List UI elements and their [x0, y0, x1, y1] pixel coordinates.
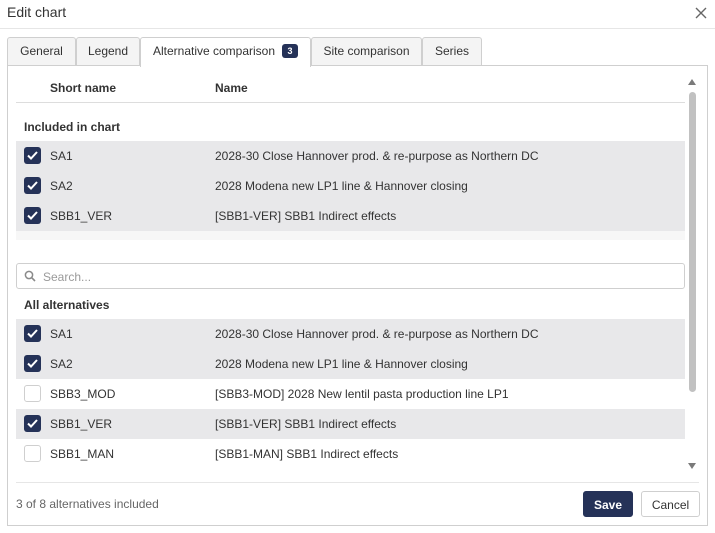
column-header-name: Name	[215, 81, 248, 95]
tab-series[interactable]: Series	[422, 37, 482, 65]
row-short-name: SA2	[50, 357, 73, 371]
row-checkbox[interactable]	[24, 325, 41, 342]
row-short-name: SA1	[50, 327, 73, 341]
included-row[interactable]: SBB1_VER [SBB1-VER] SBB1 Indirect effect…	[16, 201, 685, 231]
alternative-row[interactable]: SBB1_VER [SBB1-VER] SBB1 Indirect effect…	[16, 409, 685, 439]
checkmark-icon	[27, 211, 38, 220]
row-checkbox[interactable]	[24, 355, 41, 372]
tab-series-label: Series	[434, 44, 469, 58]
scrollbar[interactable]	[687, 78, 697, 472]
checkmark-icon	[27, 151, 38, 160]
tab-alternative-comparison[interactable]: Alternative comparison 3	[140, 37, 311, 67]
section-label-included: Included in chart	[24, 120, 121, 134]
title-divider	[0, 28, 715, 29]
alternative-row[interactable]: SBB1_MAN [SBB1-MAN] SBB1 Indirect effect…	[16, 439, 685, 469]
footer-divider	[16, 482, 699, 483]
tab-alternative-comparison-label: Alternative comparison	[152, 44, 276, 58]
row-name: 2028 Modena new LP1 line & Hannover clos…	[215, 357, 468, 371]
row-short-name: SBB1_VER	[50, 209, 113, 223]
triangle-down-icon[interactable]	[687, 462, 697, 470]
included-row[interactable]: SA1 2028-30 Close Hannover prod. & re-pu…	[16, 141, 685, 171]
row-name: [SBB1-MAN] SBB1 Indirect effects	[215, 447, 399, 461]
row-checkbox[interactable]	[24, 415, 41, 432]
row-short-name: SA2	[50, 179, 73, 193]
alternative-count-badge: 3	[282, 44, 299, 58]
alternative-row[interactable]: SA1 2028-30 Close Hannover prod. & re-pu…	[16, 319, 685, 349]
tab-general[interactable]: General	[7, 37, 76, 65]
row-short-name: SBB3_MOD	[50, 387, 116, 401]
triangle-up-icon[interactable]	[687, 78, 697, 86]
row-checkbox[interactable]	[24, 207, 41, 224]
tab-site-comparison[interactable]: Site comparison	[311, 37, 422, 65]
row-name: 2028 Modena new LP1 line & Hannover clos…	[215, 179, 468, 193]
tab-legend-label: Legend	[87, 44, 129, 58]
row-short-name: SA1	[50, 149, 73, 163]
search-icon	[24, 270, 36, 282]
column-header-short-name: Short name	[50, 81, 117, 95]
close-icon[interactable]	[694, 6, 708, 20]
checkmark-icon	[27, 419, 38, 428]
tab-general-label: General	[20, 44, 63, 58]
row-short-name: SBB1_MAN	[50, 447, 115, 461]
row-name: [SBB1-VER] SBB1 Indirect effects	[215, 209, 397, 223]
section-separator	[16, 231, 685, 240]
tab-legend[interactable]: Legend	[76, 37, 140, 65]
row-name: [SBB1-VER] SBB1 Indirect effects	[215, 417, 397, 431]
tab-site-comparison-label: Site comparison	[323, 44, 410, 58]
save-button[interactable]: Save	[583, 491, 633, 517]
alternative-row[interactable]: SA2 2028 Modena new LP1 line & Hannover …	[16, 349, 685, 379]
row-checkbox[interactable]	[24, 445, 41, 462]
search-input[interactable]	[41, 267, 675, 287]
included-count-status: 3 of 8 alternatives included	[16, 497, 159, 511]
scrollbar-thumb[interactable]	[689, 92, 696, 392]
row-name: [SBB3-MOD] 2028 New lentil pasta product…	[215, 387, 509, 401]
cancel-button[interactable]: Cancel	[641, 491, 700, 517]
dialog-title: Edit chart	[7, 4, 67, 20]
row-name: 2028-30 Close Hannover prod. & re-purpos…	[215, 149, 539, 163]
alternative-row[interactable]: SBB3_MOD [SBB3-MOD] 2028 New lentil past…	[16, 379, 685, 409]
included-row[interactable]: SA2 2028 Modena new LP1 line & Hannover …	[16, 171, 685, 201]
header-divider	[16, 102, 685, 103]
row-checkbox[interactable]	[24, 177, 41, 194]
row-name: 2028-30 Close Hannover prod. & re-purpos…	[215, 327, 539, 341]
search-box[interactable]	[16, 263, 685, 289]
checkmark-icon	[27, 359, 38, 368]
row-checkbox[interactable]	[24, 147, 41, 164]
row-checkbox[interactable]	[24, 385, 41, 402]
row-short-name: SBB1_VER	[50, 417, 113, 431]
section-label-all-alternatives: All alternatives	[24, 298, 110, 312]
checkmark-icon	[27, 329, 38, 338]
checkmark-icon	[27, 181, 38, 190]
